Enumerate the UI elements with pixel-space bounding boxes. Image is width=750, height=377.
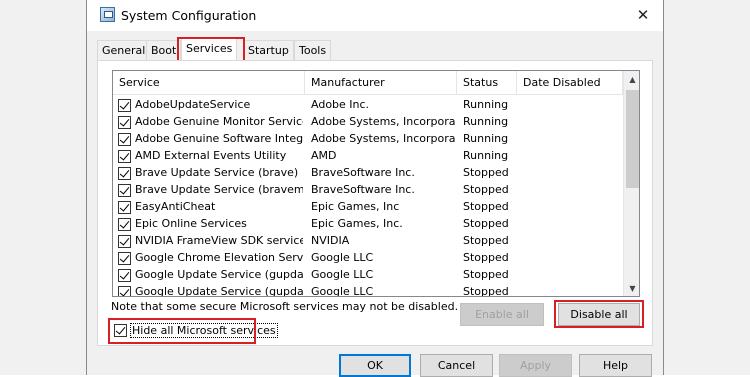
service-row[interactable]: Adobe Genuine Software Integri... Adobe S… (113, 131, 623, 148)
service-row[interactable]: Google Chrome Elevation Servic... Google … (113, 250, 623, 267)
column-service[interactable]: Service (113, 71, 305, 95)
service-manufacturer: Epic Games, Inc. (311, 217, 403, 230)
msconfig-icon (100, 7, 115, 22)
service-name: EasyAntiCheat (135, 200, 216, 213)
service-row[interactable]: Adobe Genuine Monitor Service Adobe Syste… (113, 114, 623, 131)
service-manufacturer: Adobe Systems, Incorpora... (311, 132, 455, 145)
service-name: Adobe Genuine Software Integri... (135, 132, 303, 145)
service-checkbox[interactable] (118, 252, 131, 265)
tab-general[interactable]: General (97, 40, 151, 61)
service-manufacturer: Google LLC (311, 285, 374, 297)
service-checkbox[interactable] (118, 286, 131, 296)
service-status: Running (463, 115, 509, 128)
service-name: Epic Online Services (135, 217, 247, 230)
enable-all-button[interactable]: Enable all (460, 303, 544, 326)
service-row[interactable]: Google Update Service (gupdatem) Google L… (113, 284, 623, 297)
title-bar[interactable]: System Configuration ✕ (87, 0, 663, 31)
service-name: Brave Update Service (brave) (135, 166, 299, 179)
service-status: Stopped (463, 217, 509, 230)
service-checkbox[interactable] (118, 99, 131, 112)
service-name: Adobe Genuine Monitor Service (135, 115, 303, 128)
service-status: Running (463, 98, 509, 111)
service-name: AMD External Events Utility (135, 149, 287, 162)
apply-button[interactable]: Apply (499, 354, 572, 377)
background-right (664, 0, 750, 375)
service-manufacturer: BraveSoftware Inc. (311, 183, 415, 196)
service-checkbox[interactable] (118, 150, 131, 163)
service-status: Stopped (463, 285, 509, 297)
service-row[interactable]: NVIDIA FrameView SDK service NVIDIA Stoppe… (113, 233, 623, 250)
service-manufacturer: Epic Games, Inc (311, 200, 400, 213)
close-button[interactable]: ✕ (623, 3, 663, 28)
vertical-scrollbar[interactable]: ▲ ▼ (623, 71, 639, 296)
services-list[interactable]: Service Manufacturer Status Date Disable… (112, 70, 640, 297)
service-row[interactable]: Brave Update Service (bravem) BraveSoftwa… (113, 182, 623, 199)
secure-services-note: Note that some secure Microsoft services… (111, 300, 459, 313)
help-button[interactable]: Help (579, 354, 652, 377)
column-status[interactable]: Status (457, 71, 517, 95)
service-status: Stopped (463, 251, 509, 264)
cancel-button[interactable]: Cancel (420, 354, 493, 377)
system-configuration-dialog: System Configuration ✕ General Boot Serv… (86, 0, 664, 377)
list-header: Service Manufacturer Status Date Disable… (113, 71, 623, 95)
service-checkbox[interactable] (118, 133, 131, 146)
service-status: Running (463, 149, 509, 162)
service-name: Google Update Service (gupdate) (135, 268, 303, 281)
service-manufacturer: Adobe Inc. (311, 98, 370, 111)
service-name: Brave Update Service (bravem) (135, 183, 303, 196)
service-status: Stopped (463, 183, 509, 196)
service-row[interactable]: AdobeUpdateService Adobe Inc. Running (113, 97, 623, 114)
service-manufacturer: AMD (311, 149, 337, 162)
hide-ms-highlight (108, 318, 256, 344)
service-name: Google Update Service (gupdatem) (135, 285, 303, 297)
service-checkbox[interactable] (118, 167, 131, 180)
service-status: Stopped (463, 268, 509, 281)
service-manufacturer: Google LLC (311, 251, 374, 264)
service-row[interactable]: AMD External Events Utility AMD Running (113, 148, 623, 165)
ok-button[interactable]: OK (339, 354, 411, 377)
background-left (0, 0, 86, 375)
service-status: Stopped (463, 166, 509, 179)
service-row[interactable]: EasyAntiCheat Epic Games, Inc Stopped (113, 199, 623, 216)
disable-all-highlight (554, 300, 644, 328)
tab-startup[interactable]: Startup (243, 40, 294, 61)
service-checkbox[interactable] (118, 116, 131, 129)
service-checkbox[interactable] (118, 269, 131, 282)
scroll-up-icon[interactable]: ▲ (624, 71, 639, 88)
scroll-down-icon[interactable]: ▼ (624, 280, 639, 296)
service-status: Stopped (463, 200, 509, 213)
scroll-thumb[interactable] (626, 90, 639, 188)
service-manufacturer: NVIDIA (311, 234, 350, 247)
service-name: Google Chrome Elevation Servic... (135, 251, 303, 264)
service-name: NVIDIA FrameView SDK service (135, 234, 303, 247)
column-date-disabled[interactable]: Date Disabled (517, 71, 623, 95)
service-manufacturer: Google LLC (311, 268, 374, 281)
service-checkbox[interactable] (118, 218, 131, 231)
services-tab-highlight (177, 37, 245, 62)
service-name: AdobeUpdateService (135, 98, 251, 111)
service-checkbox[interactable] (118, 184, 131, 197)
service-manufacturer: Adobe Systems, Incorpora... (311, 115, 455, 128)
service-row[interactable]: Epic Online Services Epic Games, Inc. Stop… (113, 216, 623, 233)
column-manufacturer[interactable]: Manufacturer (305, 71, 457, 95)
window-title: System Configuration (121, 8, 257, 23)
tab-tools[interactable]: Tools (294, 40, 332, 61)
service-row[interactable]: Brave Update Service (brave) BraveSoftwar… (113, 165, 623, 182)
services-panel: Service Manufacturer Status Date Disable… (97, 60, 653, 346)
service-manufacturer: BraveSoftware Inc. (311, 166, 415, 179)
service-row[interactable]: Google Update Service (gupdate) Google LL… (113, 267, 623, 284)
service-checkbox[interactable] (118, 235, 131, 248)
service-status: Stopped (463, 234, 509, 247)
service-checkbox[interactable] (118, 201, 131, 214)
service-status: Running (463, 132, 509, 145)
